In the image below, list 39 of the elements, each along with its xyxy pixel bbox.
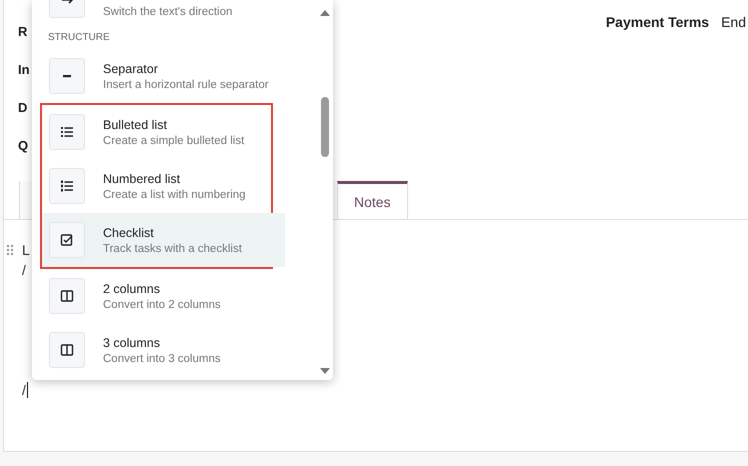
drag-handle-icon[interactable] [6,244,14,256]
field-label: Payment Terms [606,14,710,32]
item-description: Convert into 3 columns [103,352,221,364]
menu-item[interactable]: Checklist Track tasks with a checklist [42,213,285,267]
checkbox-icon [60,233,74,247]
field-label: R [18,24,28,41]
item-title: 2 columns [103,282,161,296]
item-title: Separator [103,62,159,76]
field-label: D [18,100,28,117]
menu-item[interactable]: 3 columns Convert into 3 columns [41,323,317,377]
section-heading: STRUCTURE [47,31,111,45]
item-description: Create a list with numbering [103,188,246,200]
field-label: End [721,14,746,32]
item-description: Convert into 2 columns [103,298,221,310]
item-title: Bulleted list [103,118,168,132]
menu-item[interactable]: Separator Insert a horizontal rule separator [41,49,317,103]
columns-icon [60,289,74,303]
scroll-down-icon[interactable] [320,368,330,374]
columns-icon [60,343,74,357]
bulleted-list-icon [60,125,74,139]
editor-text: / [22,382,28,398]
item-title: 3 columns [103,336,161,350]
scrollbar-thumb[interactable] [321,97,329,157]
item-description: Switch the text's direction [103,6,232,18]
field-label: In [18,62,30,79]
scroll-up-icon[interactable] [320,10,330,16]
tab[interactable]: Notes [337,181,408,219]
editor-text: / [22,262,26,278]
field-label: Q [18,138,30,155]
menu-item[interactable]: 2 columns Convert into 2 columns [41,269,317,323]
item-title: Checklist [103,226,155,240]
item-title: Numbered list [103,172,182,186]
numbered-list-icon [60,179,74,193]
menu-item[interactable]: Bulleted list Create a simple bulleted list [42,105,285,159]
item-description: Track tasks with a checklist [103,242,242,254]
item-description: Create a simple bulleted list [103,134,244,146]
item-description: Insert a horizontal rule separator [103,78,269,90]
menu-item[interactable]: Numbered list Create a list with numbering [42,159,285,213]
editor-text: L [22,242,30,258]
